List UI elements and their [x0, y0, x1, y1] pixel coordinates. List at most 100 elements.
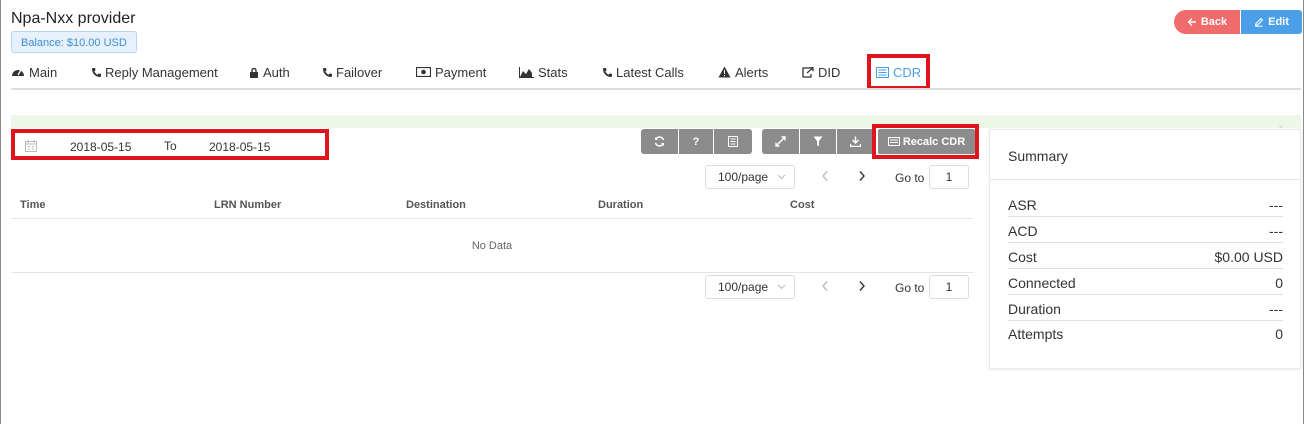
summary-panel: Summary ASR --- ACD --- Cost $0.00 USD C…: [989, 129, 1301, 369]
summary-row-duration: Duration ---: [1008, 301, 1283, 321]
summary-label: Connected: [1008, 275, 1076, 291]
tab-payment[interactable]: Payment: [416, 60, 486, 84]
phone-icon: [603, 67, 612, 77]
tab-label: CDR: [893, 64, 922, 80]
tab-label: Payment: [435, 64, 487, 80]
back-button-label: Back: [1200, 16, 1228, 28]
share-icon: [802, 66, 814, 78]
columns-button[interactable]: [714, 129, 752, 154]
tab-cdr[interactable]: CDR: [867, 54, 930, 90]
edit-button[interactable]: Edit: [1241, 10, 1302, 34]
download-icon: [849, 136, 861, 147]
tab-label: Reply Management: [105, 64, 218, 80]
recalc-cdr-button[interactable]: Recalc CDR: [878, 129, 975, 154]
calendar-icon: [25, 140, 37, 152]
goto-label: Go to: [895, 171, 925, 185]
edit-button-label: Edit: [1268, 16, 1289, 28]
tab-label: Alerts: [735, 64, 769, 80]
page-size-value: 100/page: [718, 170, 769, 184]
status-strip: [11, 115, 1301, 128]
goto-page-input[interactable]: 1: [929, 275, 969, 299]
divider: [990, 179, 1300, 180]
tab-stats[interactable]: Stats: [519, 60, 568, 84]
recalc-cdr-label: Recalc CDR: [902, 135, 966, 148]
summary-label: Duration: [1008, 301, 1061, 317]
warning-icon: [718, 66, 731, 78]
summary-value: 0: [1275, 326, 1283, 342]
summary-row-connected: Connected 0: [1008, 275, 1283, 295]
summary-value: ---: [1269, 301, 1283, 317]
list-alt-icon: [728, 136, 738, 147]
prev-page-icon[interactable]: [821, 280, 829, 292]
area-chart-icon: [519, 66, 534, 78]
phone-icon: [323, 67, 332, 77]
tab-reply-management[interactable]: Reply Management: [91, 60, 218, 84]
summary-value: $0.00 USD: [1214, 249, 1283, 265]
tab-label: DID: [818, 64, 841, 80]
arrow-left-icon: [1187, 18, 1196, 26]
chevron-down-icon: [777, 174, 786, 180]
fullscreen-button[interactable]: [762, 129, 799, 154]
column-header[interactable]: Destination: [406, 199, 466, 211]
list-icon: [876, 66, 889, 78]
help-button[interactable]: ?: [679, 129, 713, 154]
column-header[interactable]: Time: [20, 199, 45, 211]
tab-label: Failover: [336, 64, 383, 80]
balance-badge: Balance: $10.00 USD: [11, 31, 137, 53]
tab-alerts[interactable]: Alerts: [718, 60, 768, 84]
page-size-select[interactable]: 100/page: [705, 165, 795, 189]
summary-label: ASR: [1008, 197, 1037, 213]
tab-label: Stats: [538, 64, 568, 80]
column-header[interactable]: Duration: [598, 199, 643, 211]
date-to-label: To: [164, 139, 177, 153]
date-to-field[interactable]: 2018-05-15: [209, 140, 270, 154]
filter-button[interactable]: [800, 129, 836, 154]
summary-value: ---: [1269, 197, 1283, 213]
summary-value: ---: [1269, 223, 1283, 239]
summary-row-cost: Cost $0.00 USD: [1008, 249, 1283, 269]
tab-label: Latest Calls: [616, 64, 684, 80]
tab-latest-calls[interactable]: Latest Calls: [602, 60, 684, 84]
date-from-field[interactable]: 2018-05-15: [70, 140, 131, 154]
chevron-down-icon: [777, 284, 786, 290]
summary-title: Summary: [1008, 148, 1068, 164]
tab-divider: [11, 88, 1301, 90]
refresh-icon: [654, 136, 665, 147]
tab-main[interactable]: Main: [11, 60, 57, 84]
goto-page-input[interactable]: 1: [929, 165, 969, 189]
recalc-cdr-highlight: Recalc CDR: [872, 124, 979, 159]
pagination-bottom: 100/page Go to 1: [705, 275, 973, 301]
next-page-icon[interactable]: [858, 170, 866, 182]
dashboard-icon: [12, 69, 24, 76]
next-page-icon[interactable]: [858, 280, 866, 292]
empty-table-message: No Data: [11, 219, 973, 273]
date-range-picker[interactable]: 2018-05-15 To 2018-05-15: [11, 129, 329, 160]
prev-page-icon[interactable]: [821, 170, 829, 182]
summary-row-asr: ASR ---: [1008, 197, 1283, 217]
column-header[interactable]: LRN Number: [214, 199, 281, 211]
summary-row-acd: ACD ---: [1008, 223, 1283, 243]
money-icon: [416, 67, 431, 77]
tab-label: Main: [29, 64, 58, 80]
pencil-icon: [1254, 17, 1264, 27]
refresh-button[interactable]: [641, 129, 678, 154]
download-button[interactable]: [837, 129, 873, 154]
goto-label: Go to: [895, 281, 925, 295]
tab-label: Auth: [263, 64, 290, 80]
phone-icon: [92, 67, 101, 77]
back-button[interactable]: Back: [1174, 10, 1240, 34]
tab-auth[interactable]: Auth: [249, 60, 290, 84]
expand-icon: [775, 136, 786, 147]
page-size-value: 100/page: [718, 280, 769, 294]
pagination-top: 100/page Go to 1: [705, 165, 973, 191]
summary-label: Attempts: [1008, 326, 1064, 342]
page-size-select[interactable]: 100/page: [705, 275, 795, 299]
lock-icon: [250, 67, 258, 78]
table-header: Time LRN Number Destination Duration Cos…: [11, 193, 973, 219]
tab-failover[interactable]: Failover: [322, 60, 382, 84]
tab-did[interactable]: DID: [802, 60, 840, 84]
page-title: Npa-Nxx provider: [11, 10, 136, 27]
column-header[interactable]: Cost: [790, 199, 814, 211]
summary-row-attempts: Attempts 0: [1008, 326, 1283, 346]
filter-icon: [813, 136, 823, 147]
